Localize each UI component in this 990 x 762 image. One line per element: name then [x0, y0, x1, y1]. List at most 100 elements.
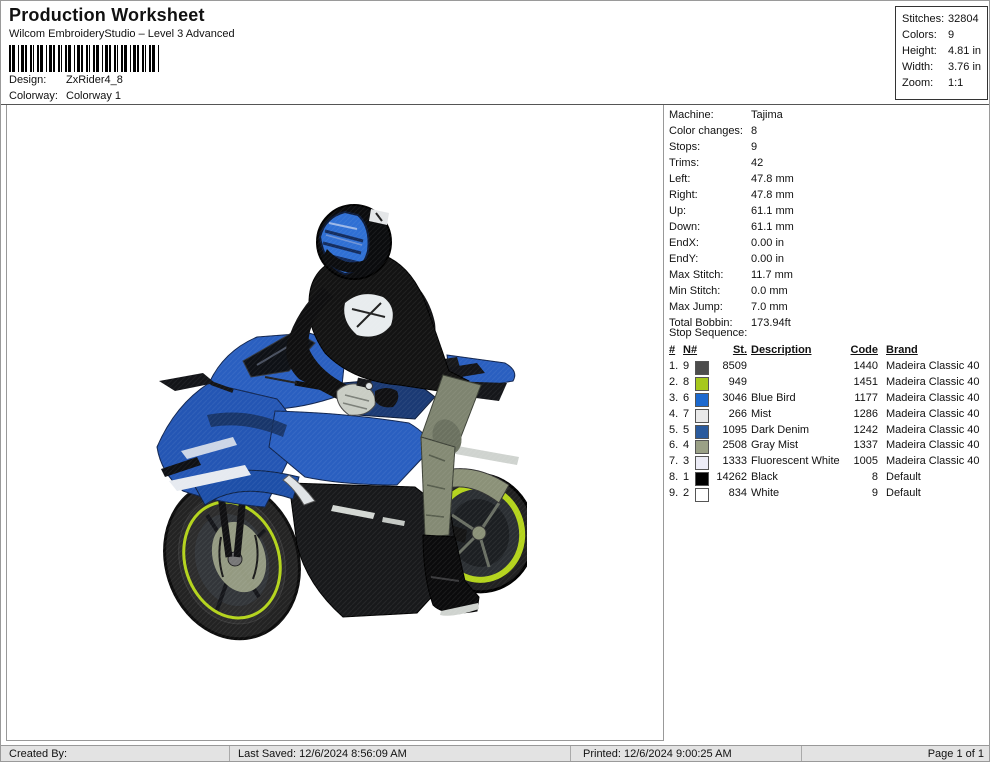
seq-num: 6.: [669, 439, 678, 451]
seq-needle: 2: [683, 487, 689, 499]
info-value: 47.8 mm: [751, 189, 794, 201]
page-number: Page 1 of 1: [928, 748, 984, 760]
stats-label: Width:: [902, 59, 948, 75]
info-label: Machine:: [669, 107, 751, 123]
info-label: Min Stitch:: [669, 283, 751, 299]
info-row: Color changes:8: [669, 123, 794, 139]
seq-needle: 3: [683, 455, 689, 467]
stats-value: 4.81 in: [948, 45, 981, 57]
info-value: 0.00 in: [751, 237, 784, 249]
seq-stitches: 949: [705, 376, 747, 388]
info-label: Stops:: [669, 139, 751, 155]
created-by-label: Created By:: [9, 748, 67, 760]
seq-stitches: 834: [705, 487, 747, 499]
seq-brand: Madeira Classic 40: [886, 408, 980, 420]
info-row: Up:61.1 mm: [669, 203, 794, 219]
embroidery-design-image: [147, 185, 527, 655]
info-value: 61.1 mm: [751, 221, 794, 233]
seq-needle: 7: [683, 408, 689, 420]
seq-code: 1177: [825, 392, 878, 404]
colorway-value: Colorway 1: [66, 90, 121, 102]
seq-description: Blue Bird: [751, 392, 796, 404]
seq-num: 4.: [669, 408, 678, 420]
last-saved-text: Last Saved: 12/6/2024 8:56:09 AM: [238, 748, 407, 760]
stats-value: 1:1: [948, 77, 963, 89]
stats-label: Colors:: [902, 27, 948, 43]
stop-sequence-row: 6.42508Gray Mist1337Madeira Classic 40: [665, 439, 990, 454]
info-label: Right:: [669, 187, 751, 203]
info-label: Color changes:: [669, 123, 751, 139]
stop-sequence-row: 8.114262Black8Default: [665, 471, 990, 486]
stats-label: Zoom:: [902, 75, 948, 91]
info-value: 61.1 mm: [751, 205, 794, 217]
colorway-label: Colorway:: [9, 90, 66, 102]
info-label: Max Jump:: [669, 299, 751, 315]
seq-stitches: 1333: [705, 455, 747, 467]
seq-code: 1242: [825, 424, 878, 436]
info-row: Min Stitch:0.0 mm: [669, 283, 794, 299]
seq-brand: Madeira Classic 40: [886, 424, 980, 436]
info-row: Down:61.1 mm: [669, 219, 794, 235]
stats-row: Height:4.81 in: [902, 43, 987, 59]
design-label: Design:: [9, 74, 66, 86]
printed-text: Printed: 12/6/2024 9:00:25 AM: [583, 748, 732, 760]
seq-brand: Default: [886, 471, 921, 483]
machine-info-panel: Machine:Tajima Color changes:8 Stops:9 T…: [665, 105, 990, 741]
stop-sequence-row: 3.63046Blue Bird1177Madeira Classic 40: [665, 392, 990, 407]
info-value: 173.94ft: [751, 317, 791, 329]
seq-needle: 4: [683, 439, 689, 451]
stop-sequence-row: 7.31333Fluorescent White1005Madeira Clas…: [665, 455, 990, 470]
info-row: EndY:0.00 in: [669, 251, 794, 267]
footer-divider: [801, 746, 802, 762]
seq-num: 9.: [669, 487, 678, 499]
stop-sequence-title: Stop Sequence:: [669, 327, 747, 339]
stats-value: 32804: [948, 13, 979, 25]
info-value: 0.0 mm: [751, 285, 788, 297]
info-value: 8: [751, 125, 757, 137]
info-row: Right:47.8 mm: [669, 187, 794, 203]
seq-num: 1.: [669, 360, 678, 372]
info-label: EndX:: [669, 235, 751, 251]
info-value: 42: [751, 157, 763, 169]
seq-description: Dark Denim: [751, 424, 809, 436]
seq-needle: 8: [683, 376, 689, 388]
col-header-num: #: [669, 344, 675, 356]
production-worksheet-page: Production Worksheet Wilcom EmbroiderySt…: [0, 0, 990, 762]
info-value: 0.00 in: [751, 253, 784, 265]
col-header-needle: N#: [683, 344, 697, 356]
design-preview-area: [6, 105, 664, 741]
seq-brand: Default: [886, 487, 921, 499]
seq-code: 1286: [825, 408, 878, 420]
footer-bar: Created By: Last Saved: 12/6/2024 8:56:0…: [1, 745, 990, 762]
seq-code: 1337: [825, 439, 878, 451]
seq-brand: Madeira Classic 40: [886, 360, 980, 372]
stats-box: Stitches:32804 Colors:9 Height:4.81 in W…: [895, 6, 988, 100]
info-row: Trims:42: [669, 155, 794, 171]
info-row: Machine:Tajima: [669, 107, 794, 123]
stats-row: Zoom:1:1: [902, 75, 987, 91]
footer-divider: [570, 746, 571, 762]
seq-num: 7.: [669, 455, 678, 467]
colorway-row: Colorway:Colorway 1: [9, 90, 121, 102]
info-row: Stops:9: [669, 139, 794, 155]
page-title: Production Worksheet: [9, 5, 205, 26]
seq-needle: 9: [683, 360, 689, 372]
seq-needle: 5: [683, 424, 689, 436]
seq-num: 8.: [669, 471, 678, 483]
col-header-brand: Brand: [886, 344, 918, 356]
stats-row: Width:3.76 in: [902, 59, 987, 75]
col-header-description: Description: [751, 344, 812, 356]
stats-row: Colors:9: [902, 27, 987, 43]
info-value: Tajima: [751, 109, 783, 121]
col-header-st: St.: [705, 344, 747, 356]
info-row: Left:47.8 mm: [669, 171, 794, 187]
info-label: Left:: [669, 171, 751, 187]
seq-stitches: 14262: [705, 471, 747, 483]
info-label: Trims:: [669, 155, 751, 171]
stop-sequence-row: 1.985091440Madeira Classic 40: [665, 360, 990, 375]
seq-description: Mist: [751, 408, 771, 420]
seq-stitches: 1095: [705, 424, 747, 436]
seq-code: 8: [825, 471, 878, 483]
design-barcode: [9, 45, 159, 72]
info-row: EndX:0.00 in: [669, 235, 794, 251]
